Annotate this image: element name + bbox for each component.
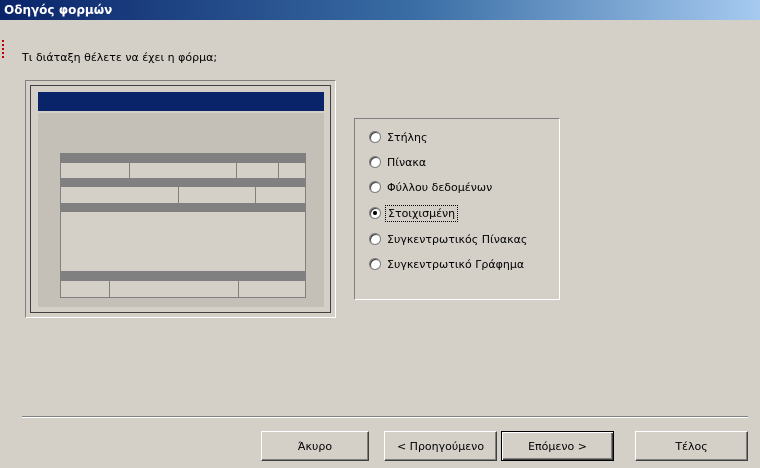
radio-button[interactable] xyxy=(369,156,381,168)
radio-columnar[interactable]: Στήλης xyxy=(369,129,427,145)
radio-button[interactable] xyxy=(369,233,381,245)
radio-pivot-table[interactable]: Συγκεντρωτικός Πίνακας xyxy=(369,231,527,247)
preview-justified-fields xyxy=(60,153,306,298)
preview-field-divider xyxy=(178,179,179,203)
layout-preview xyxy=(30,85,331,313)
radio-button[interactable] xyxy=(369,181,381,193)
preview-form-canvas xyxy=(38,113,324,307)
next-button[interactable]: Επόμενο > xyxy=(501,431,614,461)
preview-field-divider xyxy=(129,154,130,178)
radio-label: Στήλης xyxy=(387,130,428,144)
edge-marker xyxy=(2,40,6,58)
layout-question: Τι διάταξη θέλετε να έχει η φόρμα; xyxy=(22,51,218,64)
preview-field-divider xyxy=(255,179,256,203)
preview-field-divider xyxy=(109,272,110,297)
preview-label-band xyxy=(61,204,305,212)
radio-button[interactable] xyxy=(369,131,381,143)
button-separator xyxy=(22,416,748,418)
radio-datasheet[interactable]: Φύλλου δεδομένων xyxy=(369,179,492,195)
radio-pivot-chart[interactable]: Συγκεντρωτικό Γράφημα xyxy=(369,256,524,272)
radio-button[interactable] xyxy=(369,258,381,270)
preview-field-divider xyxy=(278,154,279,178)
radio-label: Συγκεντρωτικό Γράφημα xyxy=(387,257,525,271)
preview-field-divider xyxy=(238,272,239,297)
cancel-button[interactable]: Άκυρο xyxy=(261,431,369,461)
radio-button-selected[interactable] xyxy=(369,207,381,219)
wizard-title: Οδηγός φορμών xyxy=(4,3,113,17)
preview-label-band xyxy=(61,154,305,163)
preview-form-titlebar xyxy=(38,92,324,111)
radio-label: Συγκεντρωτικός Πίνακας xyxy=(387,232,528,246)
radio-label: Φύλλου δεδομένων xyxy=(387,180,493,194)
radio-label: Στοιχισμένη xyxy=(384,204,459,222)
radio-justified[interactable]: Στοιχισμένη xyxy=(369,204,459,222)
preview-label-band xyxy=(61,179,305,187)
layout-preview-frame xyxy=(25,80,336,318)
preview-field-divider xyxy=(236,154,237,178)
wizard-titlebar: Οδηγός φορμών xyxy=(0,0,760,20)
layout-options-group: Στήλης Πίνακα Φύλλου δεδομένων Στοιχισμέ… xyxy=(354,118,560,300)
radio-label: Πίνακα xyxy=(387,155,427,169)
preview-label-band xyxy=(61,272,305,281)
finish-button[interactable]: Τέλος xyxy=(635,431,748,461)
radio-tabular[interactable]: Πίνακα xyxy=(369,154,426,170)
back-button[interactable]: < Προηγούμενο xyxy=(384,431,497,461)
